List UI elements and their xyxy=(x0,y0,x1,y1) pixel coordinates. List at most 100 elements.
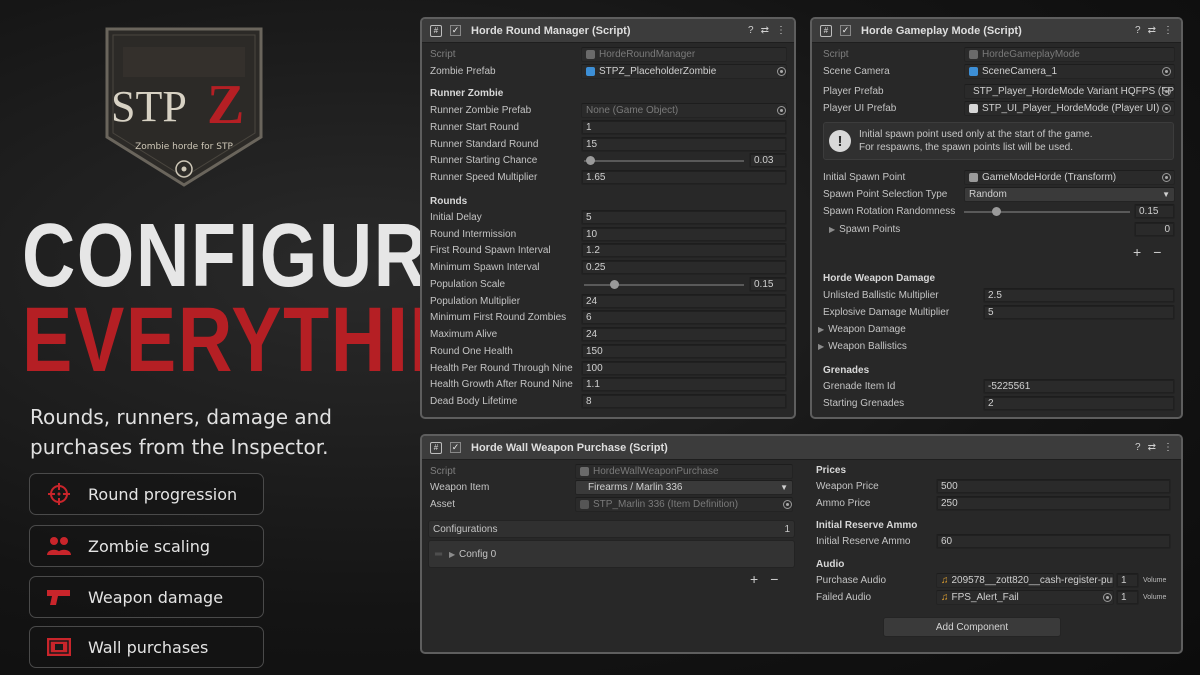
runner-chance-input[interactable]: 0.03 xyxy=(749,153,787,168)
remove-element-icon[interactable]: − xyxy=(770,571,778,587)
configurations-header[interactable]: Configurations 1 xyxy=(428,520,795,538)
chevron-down-icon: ▼ xyxy=(1162,190,1170,199)
scene-camera-field[interactable]: SceneCamera_1 xyxy=(964,64,1175,79)
object-picker-icon[interactable] xyxy=(1162,173,1171,182)
runner-speed-input[interactable]: 1.65 xyxy=(581,170,787,185)
starting-grenades-input[interactable]: 2 xyxy=(983,396,1175,411)
script-field[interactable]: HordeRoundManager xyxy=(581,47,787,62)
weapon-price-input[interactable]: 500 xyxy=(936,479,1171,494)
enabled-checkbox[interactable]: ✓ xyxy=(450,25,461,36)
crosshair-icon xyxy=(30,482,88,506)
player-ui-field[interactable]: STP_UI_Player_HordeMode (Player UI) xyxy=(964,101,1175,116)
ammo-price-input[interactable]: 250 xyxy=(936,496,1171,511)
failed-audio-field[interactable]: ♫ FPS_Alert_Fail xyxy=(936,590,1114,605)
reserve-ammo-input[interactable]: 60 xyxy=(936,534,1171,549)
object-picker-icon[interactable] xyxy=(1162,104,1171,113)
dead-body-lifetime-input[interactable]: 8 xyxy=(581,394,787,409)
min-first-round-zombies-input[interactable]: 6 xyxy=(581,310,787,325)
asset-field[interactable]: STP_Marlin 336 (Item Definition) xyxy=(575,497,793,512)
object-picker-icon[interactable] xyxy=(777,106,786,115)
remove-element-icon[interactable]: − xyxy=(1153,244,1161,260)
object-picker-icon[interactable] xyxy=(1162,87,1171,96)
round-one-health-input[interactable]: 150 xyxy=(581,344,787,359)
object-picker-icon[interactable] xyxy=(1162,67,1171,76)
grenade-id-label: Grenade Item Id xyxy=(823,381,896,392)
audio-section-header: Audio xyxy=(816,559,845,570)
rotation-randomness-slider-knob[interactable] xyxy=(992,207,1001,216)
purchase-volume-input[interactable]: 1 xyxy=(1116,573,1139,588)
script-field[interactable]: HordeGameplayMode xyxy=(964,47,1175,62)
weapon-ballistics-foldout[interactable]: Weapon Ballistics xyxy=(828,341,907,352)
object-picker-icon[interactable] xyxy=(783,500,792,509)
kebab-menu-icon[interactable]: ⋮ xyxy=(776,25,786,36)
info-line-2: For respawns, the spawn points list will… xyxy=(859,142,1073,153)
purchase-audio-field[interactable]: ♫ 209578__zott820__cash-register-purc xyxy=(936,573,1114,588)
foldout-arrow-icon[interactable]: ▶ xyxy=(818,325,824,334)
population-scale-input[interactable]: 0.15 xyxy=(749,277,787,292)
object-picker-icon[interactable] xyxy=(1103,593,1112,602)
selection-type-dropdown[interactable]: Random ▼ xyxy=(964,187,1175,202)
help-icon[interactable]: ? xyxy=(1135,25,1141,36)
foldout-arrow-icon[interactable]: ▶ xyxy=(829,225,835,234)
min-spawn-interval-input[interactable]: 0.25 xyxy=(581,260,787,275)
maximum-alive-input[interactable]: 24 xyxy=(581,327,787,342)
population-multiplier-input[interactable]: 24 xyxy=(581,294,787,309)
help-icon[interactable]: ? xyxy=(1135,442,1141,453)
zombie-prefab-field[interactable]: STPZ_PlaceholderZombie xyxy=(581,64,787,79)
configurations-label: Configurations xyxy=(433,524,498,535)
runner-start-input[interactable]: 1 xyxy=(581,120,787,135)
object-picker-icon[interactable] xyxy=(777,67,786,76)
grenades-section-header: Grenades xyxy=(823,365,870,376)
subtitle: Rounds, runners, damage and purchases fr… xyxy=(30,405,333,459)
component-title: Horde Round Manager (Script) xyxy=(471,24,631,37)
weapon-damage-foldout[interactable]: Weapon Damage xyxy=(828,324,906,335)
runner-standard-input[interactable]: 15 xyxy=(581,137,787,152)
kebab-menu-icon[interactable]: ⋮ xyxy=(1163,25,1173,36)
spawn-points-foldout[interactable]: Spawn Points xyxy=(839,224,900,235)
runner-prefab-field[interactable]: None (Game Object) xyxy=(581,103,787,118)
spawn-points-count[interactable]: 0 xyxy=(1134,222,1175,237)
add-component-button[interactable]: Add Component xyxy=(883,617,1061,637)
config-item[interactable]: Config 0 xyxy=(459,549,496,560)
foldout-arrow-icon[interactable]: ▶ xyxy=(449,550,455,559)
help-icon[interactable]: ? xyxy=(748,25,754,36)
rotation-randomness-input[interactable]: 0.15 xyxy=(1134,204,1175,219)
explosive-multiplier-input[interactable]: 5 xyxy=(983,305,1175,320)
enabled-checkbox[interactable]: ✓ xyxy=(450,442,461,453)
grenade-id-input[interactable]: -5225561 xyxy=(983,379,1175,394)
population-scale-slider[interactable] xyxy=(584,284,744,286)
preset-icon[interactable]: ⇄ xyxy=(761,25,769,36)
runner-chance-slider[interactable] xyxy=(584,160,744,162)
feature-zombie-scaling: Zombie scaling xyxy=(29,525,264,567)
preset-icon[interactable]: ⇄ xyxy=(1148,25,1156,36)
group-icon xyxy=(30,535,88,557)
asset-label: Asset xyxy=(430,499,456,510)
round-intermission-input[interactable]: 10 xyxy=(581,227,787,242)
drag-handle-icon[interactable]: ═ xyxy=(435,549,442,560)
weapon-item-dropdown[interactable]: Firearms / Marlin 336 ▼ xyxy=(575,480,793,495)
add-element-icon[interactable]: + xyxy=(750,571,758,587)
runner-prefab-label: Runner Zombie Prefab xyxy=(430,105,532,116)
runner-chance-slider-knob[interactable] xyxy=(586,156,595,165)
preset-icon[interactable]: ⇄ xyxy=(1148,442,1156,453)
health-growth-input[interactable]: 1.1 xyxy=(581,377,787,392)
foldout-arrow-icon[interactable]: ▶ xyxy=(818,342,824,351)
population-scale-slider-knob[interactable] xyxy=(610,280,619,289)
health-per-round-input[interactable]: 100 xyxy=(581,361,787,376)
add-element-icon[interactable]: + xyxy=(1133,244,1141,260)
script-field[interactable]: HordeWallWeaponPurchase xyxy=(575,464,793,479)
enabled-checkbox[interactable]: ✓ xyxy=(840,25,851,36)
failed-volume-input[interactable]: 1 xyxy=(1116,590,1139,605)
player-prefab-field[interactable]: STP_Player_HordeMode Variant HQFPS (FPS xyxy=(964,84,1175,99)
initial-delay-input[interactable]: 5 xyxy=(581,210,787,225)
kebab-menu-icon[interactable]: ⋮ xyxy=(1163,442,1173,453)
first-spawn-interval-input[interactable]: 1.2 xyxy=(581,243,787,258)
rotation-randomness-slider[interactable] xyxy=(964,211,1130,213)
runner-standard-label: Runner Standard Round xyxy=(430,139,539,150)
initial-spawn-field[interactable]: GameModeHorde (Transform) xyxy=(964,170,1175,185)
gameplay-mode-panel: # ✓ Horde Gameplay Mode (Script) ? ⇄ ⋮ S… xyxy=(810,17,1183,419)
info-icon: ! xyxy=(829,130,851,152)
reserve-ammo-label: Initial Reserve Ammo xyxy=(816,536,911,547)
unlisted-multiplier-input[interactable]: 2.5 xyxy=(983,288,1175,303)
feature-label: Zombie scaling xyxy=(88,536,210,556)
